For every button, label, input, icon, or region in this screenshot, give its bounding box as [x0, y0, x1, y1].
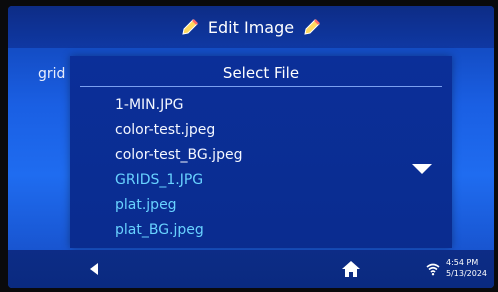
title-bar: Edit Image: [8, 6, 494, 48]
list-item[interactable]: plat_BG.jpeg: [115, 219, 242, 244]
triangle-down-icon[interactable]: [412, 164, 432, 174]
list-item[interactable]: 1-MIN.JPG: [115, 94, 242, 119]
list-item[interactable]: plat.jpeg: [115, 194, 242, 219]
dialog-title: Select File: [222, 64, 300, 82]
list-item[interactable]: color-test.jpeg: [115, 119, 242, 144]
home-icon[interactable]: [340, 258, 362, 280]
pencil-icon: [182, 19, 198, 35]
wifi-icon: [426, 263, 440, 276]
clock: 4:54 PM 5/13/2024: [446, 257, 487, 279]
pencil-icon: [304, 19, 320, 35]
time-text: 4:54 PM: [446, 258, 479, 267]
file-list: 1-MIN.JPG color-test.jpeg color-test_BG.…: [115, 94, 242, 244]
date-text: 5/13/2024: [446, 269, 488, 278]
triangle-left-icon[interactable]: [90, 263, 98, 275]
select-file-dialog: Select File 1-MIN.JPG color-test.jpeg co…: [70, 56, 452, 248]
device-screen: Edit Image grid Select File 1-MIN.JPG co…: [8, 6, 494, 288]
list-item[interactable]: GRIDS_1.JPG: [115, 169, 242, 194]
bottom-bar: 4:54 PM 5/13/2024: [8, 250, 494, 288]
list-item[interactable]: color-test_BG.jpeg: [115, 144, 242, 169]
dialog-divider: [80, 86, 442, 87]
background-label: grid: [38, 66, 66, 82]
page-title: Edit Image: [207, 17, 295, 37]
